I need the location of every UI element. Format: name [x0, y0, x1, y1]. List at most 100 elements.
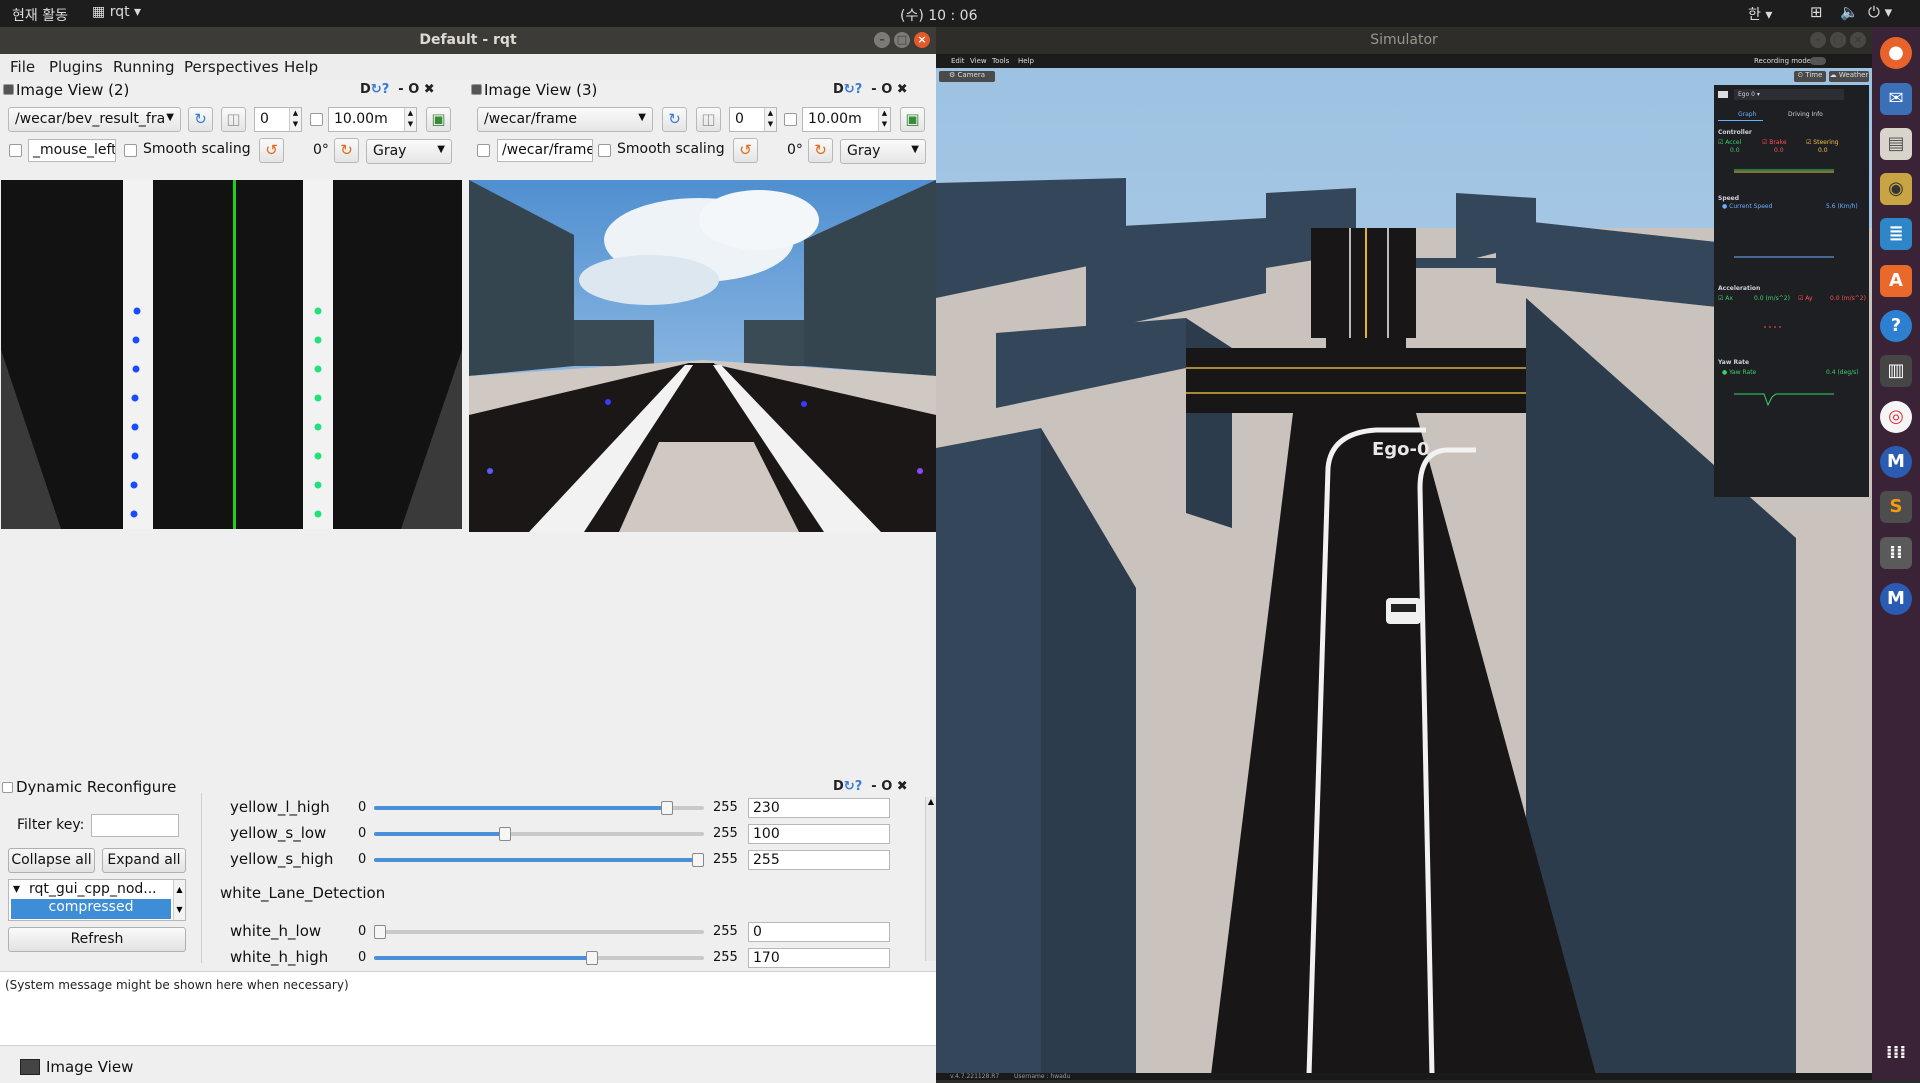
refresh-topics-icon[interactable]: ↻	[188, 107, 213, 132]
writer-icon[interactable]: ≣	[1880, 218, 1912, 250]
spin-box[interactable]: 0 ▲ ▼	[729, 107, 777, 132]
help-icon[interactable]: ?	[1880, 310, 1912, 342]
slider-handle[interactable]	[660, 801, 673, 815]
activities-button[interactable]: 현재 활동	[12, 5, 68, 25]
sim-menu-view[interactable]: View	[970, 57, 987, 65]
sublime-icon[interactable]: S	[1880, 491, 1912, 523]
refresh-button[interactable]: Refresh	[8, 927, 186, 952]
menu-running[interactable]: Running	[113, 58, 174, 76]
dock-controls[interactable]: D↻? - O ✖	[833, 82, 908, 97]
param-slider[interactable]	[374, 801, 704, 815]
close-button[interactable]: ×	[1850, 32, 1866, 48]
tab-driving-info[interactable]: Driving Info	[1788, 111, 1823, 118]
param-slider[interactable]	[374, 827, 704, 841]
param-scrollbar[interactable]: ▲	[925, 797, 936, 961]
range-checkbox[interactable]	[784, 113, 797, 126]
close-button[interactable]: ×	[914, 32, 930, 48]
menu-help[interactable]: Help	[284, 58, 318, 76]
app-grid-icon[interactable]: ⁞⁞	[1880, 537, 1912, 569]
slider-handle[interactable]	[374, 925, 386, 939]
tree-scrollbar[interactable]: ▲ ▼	[173, 880, 185, 920]
mouse-topic-input[interactable]: /wecar/frame	[497, 139, 593, 162]
dock-controls[interactable]: D↻? - O ✖	[833, 779, 908, 794]
zoom-icon[interactable]: ◫	[221, 107, 246, 132]
morai-launcher-icon[interactable]: M	[1880, 583, 1912, 615]
software-icon[interactable]: A	[1880, 265, 1912, 297]
rotate-left-icon[interactable]: ↺	[259, 138, 284, 163]
minimize-button[interactable]: –	[874, 32, 890, 48]
sim-menu-edit[interactable]: Edit	[951, 57, 965, 65]
expand-all-button[interactable]: Expand all	[102, 848, 186, 873]
zoom-icon[interactable]: ◫	[696, 107, 721, 132]
tree-item-selected[interactable]: compressed	[11, 899, 171, 919]
slider-handle[interactable]	[586, 951, 599, 965]
range-spin[interactable]: 10.00m ▲ ▼	[802, 107, 891, 132]
collapse-all-button[interactable]: Collapse all	[8, 848, 95, 873]
weather-button[interactable]: ☁ Weather	[1829, 71, 1869, 82]
smooth-checkbox[interactable]	[124, 144, 137, 157]
save-image-icon[interactable]: ▣	[900, 107, 925, 132]
camera-button[interactable]: ⚙ Camera	[939, 71, 995, 82]
morai-icon[interactable]: M	[1880, 446, 1912, 478]
rotate-right-icon[interactable]: ↻	[808, 138, 833, 163]
terminal-icon[interactable]: ▥	[1880, 355, 1912, 387]
rotate-right-icon[interactable]: ↻	[334, 138, 359, 163]
minimize-button[interactable]: –	[1810, 32, 1826, 48]
mouse-checkbox[interactable]	[477, 144, 490, 157]
range-spin[interactable]: 10.00m ▲ ▼	[328, 107, 417, 132]
topic-combo[interactable]: /wecar/bev_result_fra ▼	[8, 107, 181, 132]
mouse-topic-input[interactable]: _mouse_left	[28, 139, 116, 162]
slider-handle[interactable]	[692, 853, 704, 867]
colormap-combo[interactable]: Gray ▼	[840, 139, 926, 164]
refresh-topics-icon[interactable]: ↻	[662, 107, 687, 132]
input-method[interactable]: 한 ▾	[1748, 4, 1772, 24]
rotate-left-icon[interactable]: ↺	[733, 138, 758, 163]
param-value-input[interactable]: 230	[748, 798, 890, 818]
param-slider[interactable]	[374, 925, 704, 939]
volume-icon[interactable]: 🔈	[1840, 3, 1859, 21]
range-checkbox[interactable]	[310, 113, 323, 126]
bottom-tab-image-view[interactable]: Image View	[46, 1058, 133, 1076]
thunderbird-icon[interactable]: ✉	[1880, 83, 1912, 115]
tree-item[interactable]: ▾ rqt_gui_cpp_nod...	[13, 881, 157, 897]
filter-input[interactable]	[91, 814, 179, 837]
ego-select[interactable]: Ego 0 ▾	[1734, 89, 1844, 100]
network-icon[interactable]: ⊞	[1810, 3, 1823, 21]
camera-image[interactable]	[469, 180, 936, 532]
maximize-button[interactable]: □	[894, 32, 910, 48]
colormap-combo[interactable]: Gray ▼	[366, 139, 452, 164]
recording-toggle[interactable]	[1810, 57, 1826, 65]
param-slider[interactable]	[374, 951, 704, 965]
rhythmbox-icon[interactable]: ◉	[1880, 173, 1912, 205]
clock[interactable]: (수) 10 : 06	[900, 5, 978, 25]
mouse-checkbox[interactable]	[9, 144, 22, 157]
sim-menu-help[interactable]: Help	[1018, 57, 1034, 65]
chrome-icon[interactable]: ◎	[1880, 401, 1912, 433]
files-icon[interactable]: ▤	[1880, 128, 1912, 160]
power-icon[interactable]: ⏻ ▾	[1868, 3, 1892, 21]
topic-combo[interactable]: /wecar/frame ▼	[477, 107, 653, 132]
node-tree[interactable]: ▾ rqt_gui_cpp_nod... compressed ▲ ▼	[8, 879, 186, 921]
spin-box[interactable]: 0 ▲ ▼	[254, 107, 302, 132]
console-area[interactable]: (System message might be shown here when…	[0, 971, 936, 1046]
smooth-checkbox[interactable]	[598, 144, 611, 157]
param-value-input[interactable]: 255	[748, 850, 890, 870]
tab-graph[interactable]: Graph	[1738, 111, 1756, 118]
slider-handle[interactable]	[498, 827, 511, 841]
splitter[interactable]	[201, 793, 202, 963]
menu-perspectives[interactable]: Perspectives	[184, 58, 279, 76]
param-value-input[interactable]: 0	[748, 922, 890, 942]
app-menu[interactable]: ▦ rqt ▾	[92, 4, 141, 20]
save-image-icon[interactable]: ▣	[426, 107, 451, 132]
time-button[interactable]: ⏲ Time	[1794, 71, 1826, 82]
menu-plugins[interactable]: Plugins	[49, 58, 103, 76]
dock-controls[interactable]: D↻? - O ✖	[360, 82, 435, 97]
param-value-input[interactable]: 170	[748, 948, 890, 968]
bev-image[interactable]	[1, 180, 462, 529]
menu-file[interactable]: File	[10, 58, 35, 76]
maximize-button[interactable]: □	[1830, 32, 1846, 48]
show-applications-icon[interactable]: ⁞⁞⁞	[1880, 1037, 1912, 1069]
param-value-input[interactable]: 100	[748, 824, 890, 844]
firefox-icon[interactable]: ●	[1880, 37, 1912, 69]
param-slider[interactable]	[374, 853, 704, 867]
